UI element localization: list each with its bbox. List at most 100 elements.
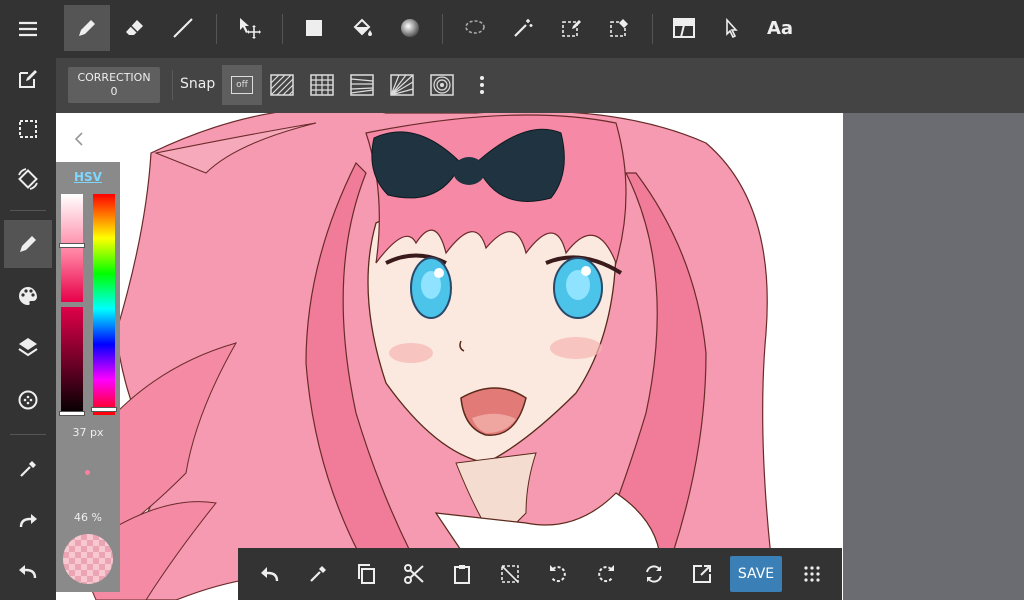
grid-menu-icon (804, 566, 820, 582)
snap-radial-icon (390, 74, 414, 96)
snap-label: Snap (180, 76, 216, 92)
undo-icon (19, 565, 37, 579)
more-options-button[interactable] (462, 65, 502, 105)
snap-grid-icon (310, 74, 334, 96)
cut-button[interactable] (392, 552, 436, 596)
deselect-button[interactable] (488, 552, 532, 596)
snap-perspective-icon (350, 74, 374, 96)
snap-radial-button[interactable] (382, 65, 422, 105)
operation-tool-button[interactable] (709, 5, 755, 51)
grid-menu-button[interactable] (790, 552, 834, 596)
artwork (56, 113, 843, 600)
snap-concentric-icon (430, 74, 454, 96)
fill-rect-tool-button[interactable] (291, 5, 337, 51)
correction-value: 0 (110, 85, 118, 98)
saturation-slider[interactable] (59, 194, 85, 302)
bucket-icon (353, 18, 372, 36)
material-button[interactable] (4, 376, 52, 424)
snap-concentric-button[interactable] (422, 65, 462, 105)
snap-off-button[interactable]: off (222, 65, 262, 105)
panel-icon (673, 18, 695, 38)
pen-tool-button[interactable] (4, 220, 52, 268)
pen-icon (20, 236, 36, 252)
move-tool-button[interactable] (226, 5, 272, 51)
eraser-tool-button[interactable] (112, 5, 158, 51)
line-tool-button[interactable] (160, 5, 206, 51)
select-pen-tool-button[interactable] (548, 5, 594, 51)
snap-grid-button[interactable] (302, 65, 342, 105)
rotate-canvas-icon (18, 168, 38, 190)
copy-icon (358, 564, 375, 584)
palette-button[interactable] (4, 272, 52, 320)
menu-icon (19, 21, 37, 37)
magic-wand-tool-button[interactable] (500, 5, 546, 51)
flip-icon (646, 565, 662, 583)
undo-button[interactable] (248, 552, 292, 596)
top-toolbar: Aa (56, 0, 1024, 58)
select-pen-icon (562, 20, 581, 37)
layers-button[interactable] (4, 323, 52, 371)
hsv-tab[interactable]: HSV (56, 170, 120, 184)
panel-tool-button[interactable] (661, 5, 707, 51)
paste-button[interactable] (440, 552, 484, 596)
selection-button[interactable] (4, 105, 52, 153)
brush-options-bar: CORRECTION 0 Snap off (56, 58, 1024, 113)
export-button[interactable] (680, 552, 724, 596)
lasso-icon (465, 20, 485, 34)
rotate-canvas-button[interactable] (4, 155, 52, 203)
hue-slider[interactable] (91, 194, 117, 415)
flip-button[interactable] (632, 552, 676, 596)
brush-size-label: 37 px (72, 426, 104, 439)
snap-parallel-button[interactable] (262, 65, 302, 105)
save-button[interactable]: SAVE (730, 556, 782, 592)
rotate-left-button[interactable] (536, 552, 580, 596)
color-panel: HSV 37 px 46 % (56, 162, 120, 592)
redo-button[interactable] (4, 497, 52, 545)
pen-tool-button[interactable] (64, 5, 110, 51)
brush-size-preview[interactable] (85, 470, 90, 475)
edit-icon (19, 70, 37, 88)
line-icon (173, 18, 193, 38)
left-sidebar (0, 0, 56, 600)
magic-wand-icon (514, 19, 533, 37)
correction-label: CORRECTION (77, 71, 151, 84)
edit-button[interactable] (4, 55, 52, 103)
eyedropper-button[interactable] (4, 445, 52, 493)
snap-off-icon: off (231, 76, 253, 94)
lasso-tool-button[interactable] (452, 5, 498, 51)
rotate-right-icon (598, 565, 614, 583)
select-eraser-tool-button[interactable] (596, 5, 642, 51)
eyedropper-icon (310, 566, 326, 582)
select-eraser-icon (610, 19, 628, 37)
correction-button[interactable]: CORRECTION 0 (68, 67, 160, 103)
palette-icon (19, 287, 37, 305)
rotate-right-button[interactable] (584, 552, 628, 596)
operation-icon (726, 18, 738, 38)
selection-icon (19, 120, 37, 138)
layers-icon (18, 338, 38, 357)
eraser-icon (126, 20, 143, 35)
pen-icon (79, 20, 95, 36)
chevron-left-icon (74, 132, 83, 146)
collapse-panel-button[interactable] (64, 126, 94, 152)
value-slider[interactable] (59, 307, 85, 416)
rotate-left-icon (550, 565, 566, 583)
current-color-swatch[interactable] (63, 534, 113, 584)
saturation-handle[interactable] (59, 243, 85, 248)
menu-button[interactable] (4, 5, 52, 53)
export-icon (693, 565, 711, 583)
value-handle[interactable] (59, 411, 85, 416)
move-icon (240, 18, 261, 39)
undo-button[interactable] (4, 548, 52, 596)
redo-icon (19, 514, 37, 528)
bucket-tool-button[interactable] (339, 5, 385, 51)
text-icon: Aa (766, 17, 794, 39)
text-tool-button[interactable]: Aa (757, 5, 803, 51)
eyedropper-button[interactable] (296, 552, 340, 596)
drawing-canvas[interactable] (56, 113, 843, 600)
copy-button[interactable] (344, 552, 388, 596)
undo-icon (261, 567, 279, 582)
gradient-tool-button[interactable] (387, 5, 433, 51)
snap-perspective-button[interactable] (342, 65, 382, 105)
hue-handle[interactable] (91, 407, 117, 412)
